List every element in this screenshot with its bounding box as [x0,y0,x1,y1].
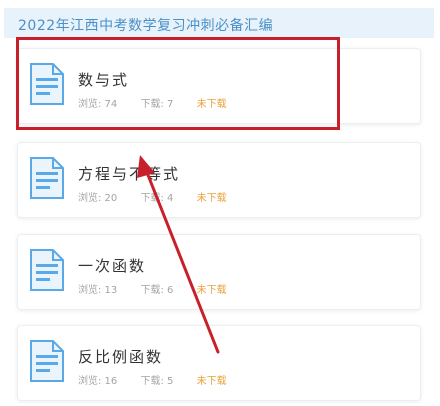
view-count: 浏览: 20 [78,193,118,204]
download-count: 下载: 4 [140,193,174,204]
download-status: 未下载 [196,99,227,110]
view-count: 浏览: 74 [78,99,118,110]
list-item[interactable]: 数与式 浏览: 74 下载: 7 未下载 [17,48,421,124]
item-title: 数与式 [78,71,130,89]
view-count: 浏览: 16 [78,376,118,387]
download-status: 未下载 [196,285,227,296]
list-item[interactable]: 方程与不等式 浏览: 20 下载: 4 未下载 [17,142,421,218]
collection-title: 2022年江西中考数学复习冲刺必备汇编 [18,18,274,34]
item-title: 一次函数 [78,257,147,275]
item-meta: 浏览: 16 下载: 5 未下载 [78,372,227,387]
document-icon [30,249,64,291]
download-count: 下载: 7 [140,99,174,110]
item-meta: 浏览: 74 下载: 7 未下载 [78,95,227,110]
item-title: 反比例函数 [78,348,164,366]
download-count: 下载: 5 [140,376,174,387]
item-meta: 浏览: 20 下载: 4 未下载 [78,189,227,204]
collection-header: 2022年江西中考数学复习冲刺必备汇编 [4,8,434,38]
download-status: 未下载 [196,376,227,387]
document-icon [30,157,64,199]
download-status: 未下载 [196,193,227,204]
download-count: 下载: 6 [140,285,174,296]
document-icon [30,63,64,105]
list-item[interactable]: 反比例函数 浏览: 16 下载: 5 未下载 [17,325,421,401]
view-count: 浏览: 13 [78,285,118,296]
item-meta: 浏览: 13 下载: 6 未下载 [78,281,227,296]
item-title: 方程与不等式 [78,165,181,183]
document-icon [30,340,64,382]
list-item[interactable]: 一次函数 浏览: 13 下载: 6 未下载 [17,234,421,310]
